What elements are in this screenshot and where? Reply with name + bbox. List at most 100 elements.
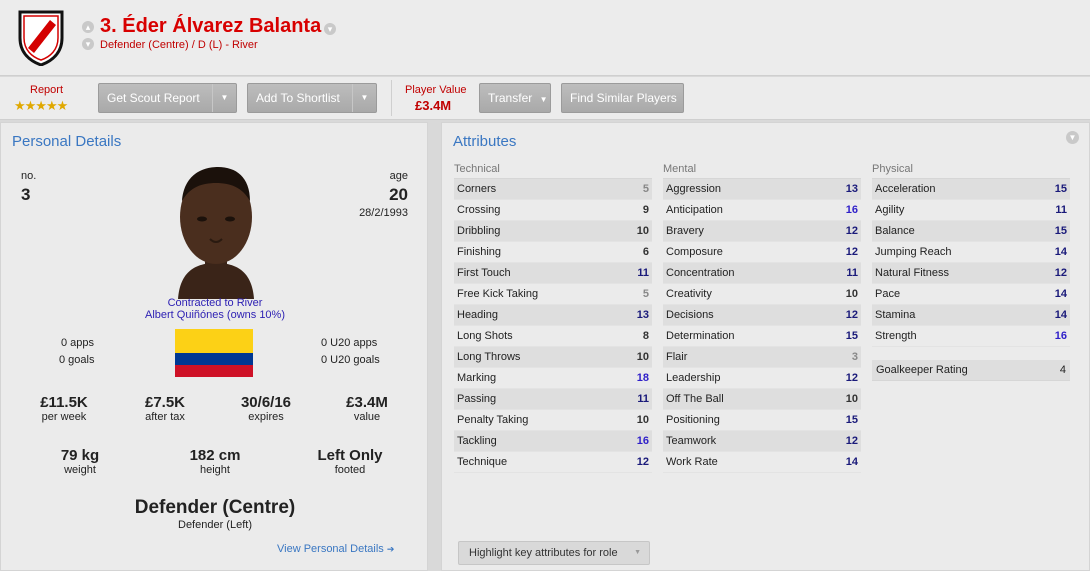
club-badge-icon <box>18 10 64 66</box>
attribute-row[interactable]: Pace 14 <box>872 284 1070 305</box>
attribute-name: Passing <box>457 393 497 405</box>
attribute-row[interactable]: Natural Fitness 12 <box>872 263 1070 284</box>
attribute-value: 8 <box>642 330 649 342</box>
apps-count: 0 apps <box>61 337 95 349</box>
footed-value: Left Only <box>317 447 383 464</box>
attribute-row[interactable]: Aggression 13 <box>663 179 861 200</box>
view-personal-details-link[interactable]: View Personal Details ➔ <box>277 543 394 555</box>
attribute-row[interactable]: Determination 15 <box>663 326 861 347</box>
footed-label: footed <box>334 464 366 476</box>
footed-stat: Left Only footed <box>305 447 395 476</box>
attribute-row[interactable]: Flair 3 <box>663 347 861 368</box>
attribute-row[interactable]: Penalty Taking 10 <box>454 410 652 431</box>
highlight-key-attributes-button[interactable]: Highlight key attributes for role ▼ <box>458 541 650 565</box>
attribute-value: 10 <box>845 393 858 405</box>
chevron-down-icon[interactable]: ▾ <box>324 23 336 35</box>
find-similar-players-button[interactable]: Find Similar Players <box>561 83 684 113</box>
height-stat: 182 cm height <box>170 447 260 476</box>
attribute-value: 10 <box>636 225 649 237</box>
player-subtitle: Defender (Centre) / D (L) - River <box>100 39 258 51</box>
attribute-row[interactable]: Jumping Reach 14 <box>872 242 1070 263</box>
attribute-row[interactable]: Anticipation 16 <box>663 200 861 221</box>
player-name: 3. Éder Álvarez Balanta <box>100 15 322 37</box>
attribute-name: Free Kick Taking <box>457 288 539 300</box>
goalkeeper-rating-row[interactable]: Goalkeeper Rating 4 <box>872 360 1070 381</box>
attribute-name: Dribbling <box>457 225 501 237</box>
attribute-row[interactable]: Bravery 12 <box>663 221 861 242</box>
contract-third-party-owner[interactable]: Albert Quiñónes (owns 10%) <box>1 309 429 321</box>
attribute-row[interactable]: Decisions 12 <box>663 305 861 326</box>
attribute-row[interactable]: Heading 13 <box>454 305 652 326</box>
attribute-value: 12 <box>845 435 858 447</box>
attribute-value: 11 <box>1055 204 1067 216</box>
attribute-value: 11 <box>637 393 649 405</box>
attribute-row[interactable]: Long Throws 10 <box>454 347 652 368</box>
attribute-row[interactable]: Long Shots 8 <box>454 326 652 347</box>
attribute-value: 12 <box>845 372 858 384</box>
transfer-button[interactable]: Transfer ▼ <box>479 83 551 113</box>
attribute-row[interactable]: Agility 11 <box>872 200 1070 221</box>
player-value-label: Player Value <box>405 84 467 96</box>
attribute-row[interactable]: Marking 18 <box>454 368 652 389</box>
attribute-name: Heading <box>457 309 498 321</box>
attribute-name: Composure <box>666 246 723 258</box>
attribute-row[interactable]: Stamina 14 <box>872 305 1070 326</box>
attribute-row[interactable]: Crossing 9 <box>454 200 652 221</box>
contract-expiry-value: 30/6/16 <box>240 394 292 411</box>
attribute-value: 14 <box>845 456 858 468</box>
attribute-value: 16 <box>1054 330 1067 342</box>
attribute-row[interactable]: Dribbling 10 <box>454 221 652 242</box>
attribute-row[interactable]: First Touch 11 <box>454 263 652 284</box>
after-tax-stat: £7.5K after tax <box>120 394 210 423</box>
attribute-row[interactable]: Creativity 10 <box>663 284 861 305</box>
goals-count: 0 goals <box>59 354 95 366</box>
attribute-value: 15 <box>1054 225 1067 237</box>
chevron-down-icon[interactable]: ▼ <box>212 84 236 112</box>
chevron-down-icon: ▼ <box>634 549 641 556</box>
attribute-row[interactable]: Finishing 6 <box>454 242 652 263</box>
attribute-name: Teamwork <box>666 435 717 447</box>
attribute-row[interactable]: Teamwork 12 <box>663 431 861 452</box>
report-star-rating[interactable]: ★★★★★ <box>14 98 68 114</box>
attribute-row[interactable]: Off The Ball 10 <box>663 389 861 410</box>
attribute-row[interactable]: Work Rate 14 <box>663 452 861 473</box>
find-similar-players-label: Find Similar Players <box>570 91 677 105</box>
transfer-label: Transfer <box>488 91 533 105</box>
add-to-shortlist-button[interactable]: Add To Shortlist ▼ <box>247 83 377 113</box>
height-value: 182 cm <box>189 447 241 464</box>
contract-status[interactable]: Contracted to River <box>1 297 429 309</box>
chevron-down-icon[interactable]: ▼ <box>352 84 376 112</box>
get-scout-report-button[interactable]: Get Scout Report ▼ <box>98 83 237 113</box>
attribute-name: Penalty Taking <box>457 414 529 426</box>
attribute-row[interactable]: Tackling 16 <box>454 431 652 452</box>
mental-attributes: Mental Aggression 13 Anticipation 16 Bravery… <box>663 163 861 473</box>
attribute-row[interactable]: Strength 16 <box>872 326 1070 347</box>
attribute-name: Tackling <box>457 435 497 447</box>
add-to-shortlist-label: Add To Shortlist <box>256 91 340 105</box>
attribute-name: Pace <box>875 288 901 300</box>
attribute-name: Bravery <box>666 225 704 237</box>
colombia-flag-icon[interactable] <box>175 329 253 377</box>
attribute-row[interactable]: Leadership 12 <box>663 368 861 389</box>
attribute-row[interactable]: Free Kick Taking 5 <box>454 284 652 305</box>
date-of-birth: 28/2/1993 <box>359 207 408 219</box>
attribute-row[interactable]: Acceleration 15 <box>872 179 1070 200</box>
height-label: height <box>200 464 230 476</box>
arrow-right-icon: ➔ <box>386 544 395 554</box>
toolbar-divider <box>391 80 392 116</box>
attribute-row[interactable]: Concentration 11 <box>663 263 861 284</box>
previous-player-icon[interactable]: ▴ <box>82 21 94 33</box>
collapse-icon[interactable]: ▼ <box>1066 131 1079 144</box>
attribute-row[interactable]: Balance 15 <box>872 221 1070 242</box>
attribute-row[interactable]: Positioning 15 <box>663 410 861 431</box>
u20-apps-count: 0 U20 apps <box>321 337 378 349</box>
attribute-value: 16 <box>636 435 649 447</box>
attribute-row[interactable]: Passing 11 <box>454 389 652 410</box>
next-player-icon[interactable]: ▾ <box>82 38 94 50</box>
attribute-row[interactable]: Technique 12 <box>454 452 652 473</box>
attribute-row[interactable]: Corners 5 <box>454 179 652 200</box>
attribute-value: 10 <box>636 351 649 363</box>
squad-number-label: no. <box>21 170 37 182</box>
attribute-row[interactable]: Composure 12 <box>663 242 861 263</box>
attribute-value: 12 <box>636 456 649 468</box>
